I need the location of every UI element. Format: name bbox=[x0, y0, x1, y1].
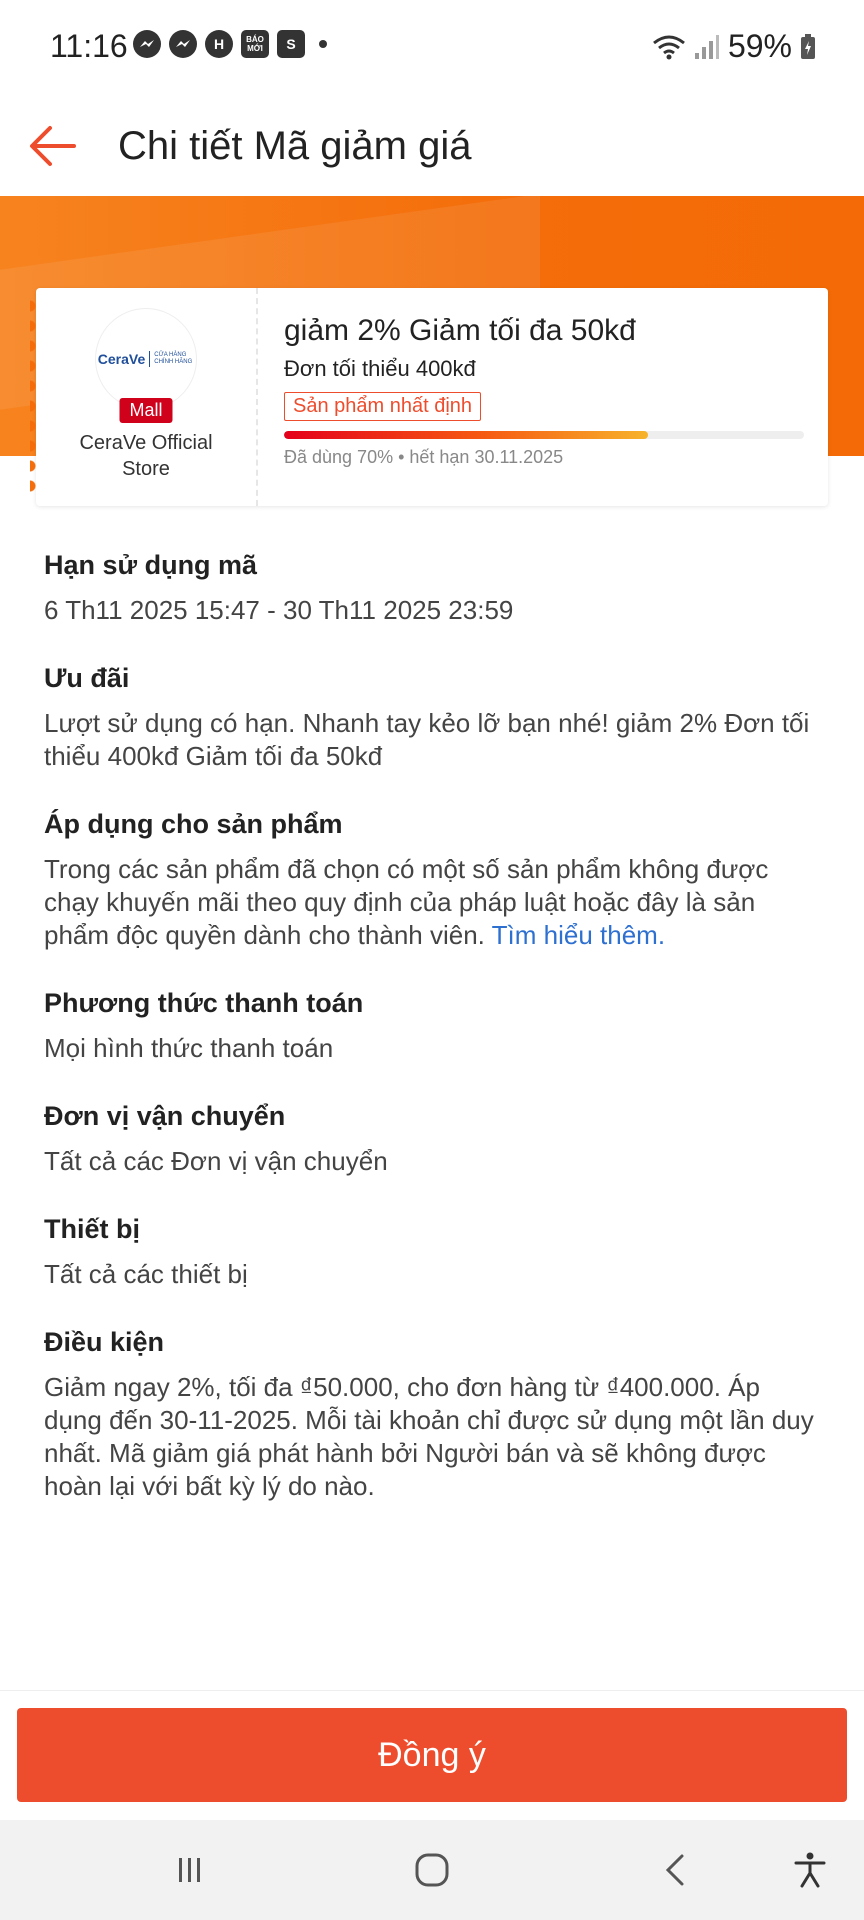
section-title: Hạn sử dụng mã bbox=[44, 550, 258, 580]
section-payment: Phương thức thanh toán Mọi hình thức tha… bbox=[44, 986, 824, 1065]
agree-button[interactable]: Đồng ý bbox=[17, 1708, 847, 1802]
back-arrow-icon bbox=[30, 126, 76, 166]
voucher-scope-tag: Sản phẩm nhất định bbox=[284, 392, 482, 421]
voucher-shop-section: CeraVe CỬA HÀNG CHÍNH HÃNG Mall CeraVe O… bbox=[30, 288, 258, 506]
section-body: Giảm ngay 2%, tối đa ₫50.000, cho đơn hà… bbox=[44, 1372, 814, 1501]
voucher-usage-text: Đã dùng 70% • hết hạn 30.11.2025 bbox=[284, 447, 564, 467]
signal-icon bbox=[694, 34, 719, 59]
battery-icon bbox=[801, 33, 815, 59]
system-nav-bar bbox=[0, 1820, 864, 1920]
h-app-icon: H bbox=[205, 30, 233, 58]
app-header: Chi tiết Mã giảm giá bbox=[0, 96, 864, 196]
accessibility-icon bbox=[794, 1852, 826, 1888]
back-button[interactable] bbox=[24, 116, 84, 176]
status-right: 59% bbox=[652, 28, 816, 65]
voucher-info: giảm 2% Giảm tối đa 50kđ Đơn tối thiểu 4… bbox=[258, 288, 828, 506]
status-time: 11:16 bbox=[50, 28, 128, 64]
section-body-container: Trong các sản phẩm đã chọn có một số sản… bbox=[44, 853, 824, 952]
recent-apps-button[interactable] bbox=[166, 1846, 214, 1894]
accessibility-button[interactable] bbox=[786, 1846, 834, 1894]
section-body: Mọi hình thức thanh toán bbox=[44, 1033, 334, 1063]
status-bar: 11:16 H BÁO MỚI S 59% bbox=[0, 0, 864, 96]
shopee-icon: S bbox=[277, 30, 305, 58]
messenger-icon bbox=[169, 30, 197, 58]
mall-badge: Mall bbox=[119, 398, 173, 423]
section-title: Áp dụng cho sản phẩm bbox=[44, 809, 343, 839]
section-validity: Hạn sử dụng mã 6 Th11 2025 15:47 - 30 Th… bbox=[44, 548, 824, 627]
section-body: Lượt sử dụng có hạn. Nhanh tay kẻo lỡ bạ… bbox=[44, 708, 810, 771]
wifi-icon bbox=[653, 35, 685, 59]
more-notifications-icon bbox=[319, 40, 327, 48]
voucher-min-order: Đơn tối thiểu 400kđ bbox=[284, 356, 476, 381]
logo-brand-text: CeraVe bbox=[97, 351, 146, 367]
section-body: Tất cả các Đơn vị vận chuyển bbox=[44, 1146, 388, 1176]
back-chevron-icon bbox=[665, 1854, 684, 1886]
section-title: Đơn vị vận chuyển bbox=[44, 1101, 286, 1131]
voucher-title: giảm 2% Giảm tối đa 50kđ bbox=[284, 314, 636, 347]
ticket-edge-decoration bbox=[30, 296, 42, 496]
section-products: Áp dụng cho sản phẩm Trong các sản phẩm … bbox=[44, 807, 824, 952]
battery-percent: 59% bbox=[727, 28, 792, 64]
learn-more-link[interactable]: Tìm hiểu thêm. bbox=[492, 920, 665, 950]
messenger-icon bbox=[133, 30, 161, 58]
usage-progress-bar bbox=[284, 431, 804, 439]
footer-divider bbox=[0, 1690, 864, 1691]
recent-apps-icon bbox=[179, 1858, 200, 1882]
section-offer: Ưu đãi Lượt sử dụng có hạn. Nhanh tay kẻ… bbox=[44, 661, 824, 773]
home-button[interactable] bbox=[408, 1846, 456, 1894]
home-icon bbox=[415, 1853, 449, 1887]
back-nav-button[interactable] bbox=[652, 1846, 700, 1894]
shop-logo[interactable]: CeraVe CỬA HÀNG CHÍNH HÃNG Mall bbox=[95, 308, 197, 423]
shop-name: CeraVe Official Store bbox=[79, 432, 213, 480]
section-conditions: Điều kiện Giảm ngay 2%, tối đa ₫50.000, … bbox=[44, 1325, 824, 1503]
logo-separator bbox=[149, 351, 151, 367]
usage-progress-fill bbox=[284, 431, 648, 439]
voucher-card: CeraVe CỬA HÀNG CHÍNH HÃNG Mall CeraVe O… bbox=[30, 288, 828, 506]
notification-icons: H BÁO MỚI S bbox=[133, 30, 327, 58]
baomoi-icon: BÁO MỚI bbox=[241, 30, 269, 58]
page-title: Chi tiết Mã giảm giá bbox=[118, 124, 472, 168]
cerave-logo: CeraVe CỬA HÀNG CHÍNH HÃNG bbox=[98, 351, 194, 367]
section-shipping: Đơn vị vận chuyển Tất cả các Đơn vị vận … bbox=[44, 1099, 824, 1178]
section-device: Thiết bị Tất cả các thiết bị bbox=[44, 1212, 824, 1291]
section-body: Tất cả các thiết bị bbox=[44, 1259, 248, 1289]
section-title: Thiết bị bbox=[44, 1214, 140, 1244]
section-title: Ưu đãi bbox=[44, 663, 130, 693]
logo-sub-text: CỬA HÀNG CHÍNH HÃNG bbox=[154, 352, 193, 365]
voucher-details: Hạn sử dụng mã 6 Th11 2025 15:47 - 30 Th… bbox=[44, 548, 824, 1537]
section-title: Điều kiện bbox=[44, 1327, 165, 1357]
section-title: Phương thức thanh toán bbox=[44, 988, 364, 1018]
section-body: 6 Th11 2025 15:47 - 30 Th11 2025 23:59 bbox=[44, 595, 514, 625]
